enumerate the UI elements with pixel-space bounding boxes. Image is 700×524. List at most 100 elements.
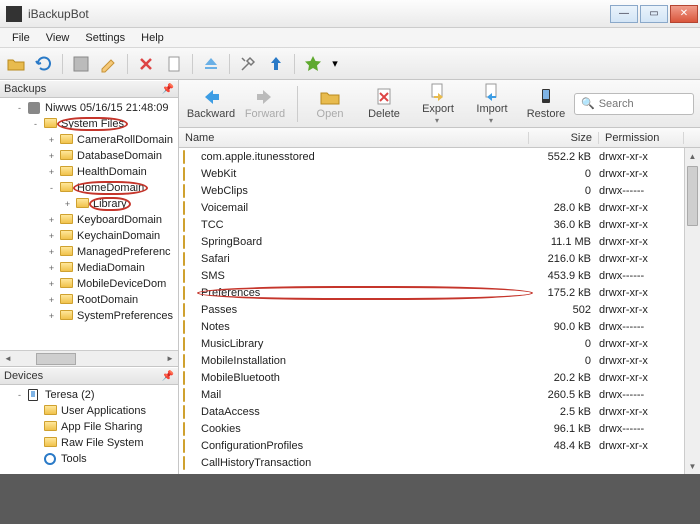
tree-label: System Files [61,118,124,130]
file-size: 0 [529,338,599,350]
file-row[interactable]: TCC36.0 kBdrwxr-xr-x [179,216,700,233]
file-row[interactable]: SMS453.9 kBdrwx------ [179,267,700,284]
tree-item[interactable]: +HealthDomain [0,164,178,180]
tree-label: KeyboardDomain [77,214,162,226]
tree-item[interactable]: -System Files [0,116,178,132]
tree-item[interactable]: Tools [0,451,178,467]
column-permission[interactable]: Permission [599,132,684,144]
tree-item[interactable]: +ManagedPreferenc [0,244,178,260]
tree-backup-root[interactable]: - Niwws 05/16/15 21:48:09 [0,100,178,116]
tree-item[interactable]: +SystemPreferences [0,308,178,324]
tree-label: CameraRollDomain [77,134,173,146]
search-box[interactable]: 🔍 [574,93,694,115]
menu-view[interactable]: View [38,30,78,46]
export-button[interactable]: Export▾ [412,82,464,125]
file-name: ConfigurationProfiles [201,440,529,452]
tree-item[interactable]: User Applications [0,403,178,419]
tree-label: KeychainDomain [77,230,160,242]
tree-label: Teresa (2) [45,389,95,401]
tree-label: ManagedPreferenc [77,246,171,258]
column-size[interactable]: Size [529,132,599,144]
pencil-icon[interactable] [97,52,121,76]
file-permission: drwxr-xr-x [599,406,684,418]
file-name: DataAccess [201,406,529,418]
file-row[interactable]: Notes90.0 kBdrwx------ [179,318,700,335]
file-row[interactable]: Cookies96.1 kBdrwx------ [179,420,700,437]
tree-h-scrollbar[interactable]: ◄ ► [0,350,178,366]
file-row[interactable]: DataAccess2.5 kBdrwxr-xr-x [179,403,700,420]
file-name: MobileBluetooth [201,372,529,384]
file-row[interactable]: Passes502drwxr-xr-x [179,301,700,318]
file-row[interactable]: MobileInstallation0drwxr-xr-x [179,352,700,369]
open-button[interactable]: Open [304,87,356,120]
backups-tree[interactable]: - Niwws 05/16/15 21:48:09 -System Files+… [0,98,178,350]
menu-settings[interactable]: Settings [77,30,133,46]
minimize-button[interactable]: — [610,5,638,23]
file-row[interactable]: Preferences175.2 kBdrwxr-xr-x [179,284,700,301]
tree-item[interactable]: +KeychainDomain [0,228,178,244]
devices-panel-header: Devices 📌 [0,367,178,385]
tree-item[interactable]: Raw File System [0,435,178,451]
file-row[interactable]: MusicLibrary0drwxr-xr-x [179,335,700,352]
pin-icon[interactable]: 📌 [162,371,174,382]
tools-icon[interactable] [236,52,260,76]
tree-item[interactable]: +CameraRollDomain [0,132,178,148]
save-icon[interactable] [69,52,93,76]
file-row[interactable]: WebKit0drwxr-xr-x [179,165,700,182]
tree-item[interactable]: App File Sharing [0,419,178,435]
backward-button[interactable]: Backward [185,87,237,120]
tree-label: MediaDomain [77,262,145,274]
file-list[interactable]: com.apple.itunesstored552.2 kBdrwxr-xr-x… [179,148,700,474]
file-row[interactable]: Safari216.0 kBdrwxr-xr-x [179,250,700,267]
file-name: SMS [201,270,529,282]
tree-item[interactable]: +KeyboardDomain [0,212,178,228]
file-size: 260.5 kB [529,389,599,401]
devices-tree[interactable]: - Teresa (2) User ApplicationsApp File S… [0,385,178,474]
tree-item[interactable]: +MobileDeviceDom [0,276,178,292]
file-row[interactable]: ConfigurationProfiles48.4 kBdrwxr-xr-x [179,437,700,454]
window-controls: — ▭ ✕ [610,5,698,23]
import-button[interactable]: Import▾ [466,82,518,125]
delete-icon[interactable] [134,52,158,76]
pin-icon[interactable]: 📌 [162,84,174,95]
file-permission: drwxr-xr-x [599,253,684,265]
star-icon[interactable] [301,52,325,76]
file-row[interactable]: Voicemail28.0 kBdrwxr-xr-x [179,199,700,216]
dropdown-icon[interactable]: ▾ [329,52,341,76]
file-row[interactable]: com.apple.itunesstored552.2 kBdrwxr-xr-x [179,148,700,165]
tree-label: Niwws 05/16/15 21:48:09 [45,102,169,114]
file-row[interactable]: SpringBoard11.1 MBdrwxr-xr-x [179,233,700,250]
search-input[interactable] [599,98,689,110]
tree-item[interactable]: +RootDomain [0,292,178,308]
tree-item[interactable]: +DatabaseDomain [0,148,178,164]
up-arrow-icon[interactable] [264,52,288,76]
delete-button[interactable]: Delete [358,87,410,120]
maximize-button[interactable]: ▭ [640,5,668,23]
menu-help[interactable]: Help [133,30,172,46]
eject-icon[interactable] [199,52,223,76]
menu-file[interactable]: File [4,30,38,46]
page-icon[interactable] [162,52,186,76]
forward-button[interactable]: Forward [239,87,291,120]
file-name: WebClips [201,185,529,197]
tree-item[interactable]: +MediaDomain [0,260,178,276]
column-name[interactable]: Name [179,132,529,144]
file-name: CallHistoryTransaction [201,457,529,469]
file-permission: drwx------ [599,270,684,282]
file-row[interactable]: WebClips0drwx------ [179,182,700,199]
file-name: Passes [201,304,529,316]
refresh-icon[interactable] [32,52,56,76]
file-list-header: Name Size Permission [179,128,700,148]
restore-button[interactable]: Restore [520,87,572,120]
main-toolbar: ▾ [0,48,700,80]
tree-item[interactable]: +Library [0,196,178,212]
tree-device-root[interactable]: - Teresa (2) [0,387,178,403]
open-folder-icon[interactable] [4,52,28,76]
file-size: 552.2 kB [529,151,599,163]
file-row[interactable]: Mail260.5 kBdrwx------ [179,386,700,403]
tree-item[interactable]: -HomeDomain [0,180,178,196]
file-row[interactable]: CallHistoryTransaction [179,454,700,471]
file-list-v-scrollbar[interactable]: ▲ ▼ [684,148,700,474]
file-row[interactable]: MobileBluetooth20.2 kBdrwxr-xr-x [179,369,700,386]
close-button[interactable]: ✕ [670,5,698,23]
